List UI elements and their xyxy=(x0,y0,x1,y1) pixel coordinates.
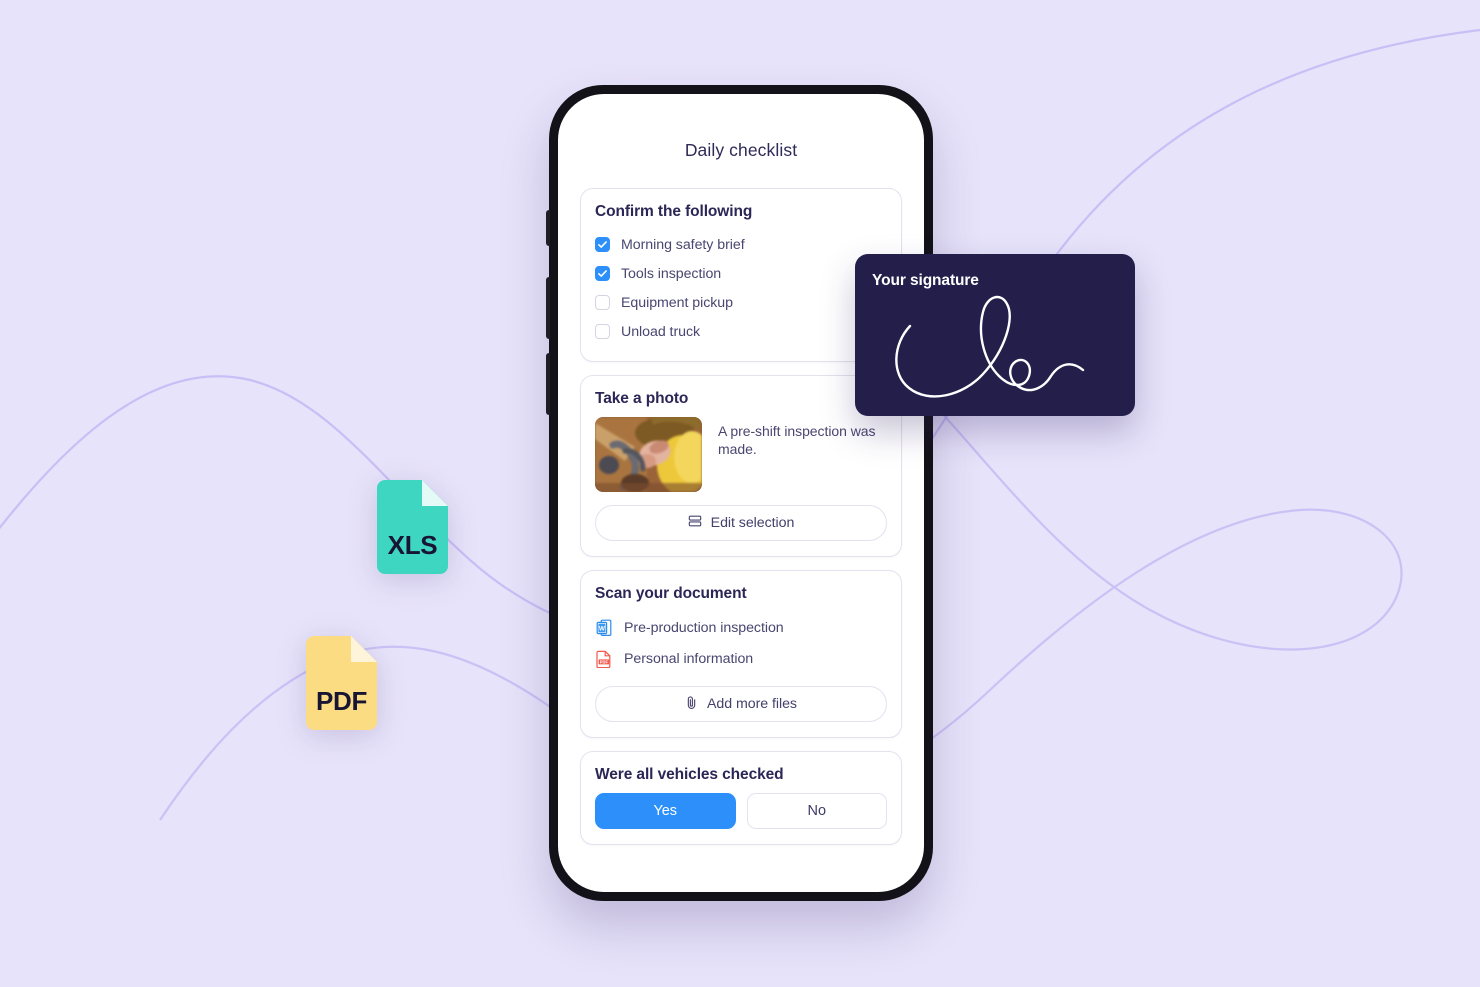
checklist-item-label: Unload truck xyxy=(621,323,701,340)
svg-text:PDF: PDF xyxy=(599,659,608,664)
photo-caption: A pre-shift inspection was made. xyxy=(718,423,876,458)
card-were-all-vehicles-checked: Were all vehicles checked Yes No xyxy=(580,751,902,845)
phone-mockup: Daily checklist Confirm the following Mo… xyxy=(546,85,933,901)
checkbox-checked-icon[interactable] xyxy=(595,237,610,252)
signature-card[interactable]: Your signature xyxy=(855,254,1135,416)
card-title-scan: Scan your document xyxy=(595,585,747,602)
card-scan-your-document: Scan your document W Pre-production insp… xyxy=(580,570,902,738)
vehicles-yes-label: Yes xyxy=(653,803,677,819)
checklist-item-label: Tools inspection xyxy=(621,265,722,282)
checklist-item[interactable]: Equipment pickup xyxy=(595,288,887,317)
screenshot-canvas: Daily checklist Confirm the following Mo… xyxy=(0,0,1480,987)
scanned-file-row[interactable]: W Pre-production inspection xyxy=(595,612,887,643)
checklist-item[interactable]: Morning safety brief xyxy=(595,230,887,259)
vehicles-yes-button[interactable]: Yes xyxy=(595,793,736,829)
checklist-item-label: Morning safety brief xyxy=(621,236,745,253)
vehicles-no-button[interactable]: No xyxy=(746,793,887,829)
photo-thumbnail[interactable] xyxy=(595,417,702,492)
pdf-file-chip-label: PDF xyxy=(315,686,368,716)
checkbox-unchecked-icon[interactable] xyxy=(595,324,610,339)
edit-selection-label: Edit selection xyxy=(710,515,795,531)
handwritten-signature-icon xyxy=(895,295,1085,398)
xls-file-chip-label: XLS xyxy=(387,530,438,560)
edit-selection-button[interactable]: Edit selection xyxy=(595,505,887,541)
phone-volume-up-button[interactable] xyxy=(546,277,550,339)
add-more-files-label: Add more files xyxy=(707,696,797,712)
checklist-item[interactable]: Unload truck xyxy=(595,317,887,346)
card-confirm-the-following: Confirm the following Morning safety bri… xyxy=(580,188,902,362)
scanned-file-name: Pre-production inspection xyxy=(624,619,784,636)
word-document-icon: W xyxy=(595,618,612,637)
phone-screen: Daily checklist Confirm the following Mo… xyxy=(558,94,924,892)
checklist-item-label: Equipment pickup xyxy=(621,294,733,311)
pdf-document-icon: PDF xyxy=(595,649,612,668)
card-take-a-photo: Take a photo A pre-shift inspection was … xyxy=(580,375,902,557)
checkbox-checked-icon[interactable] xyxy=(595,266,610,281)
checklist-item[interactable]: Tools inspection xyxy=(595,259,887,288)
paperclip-icon xyxy=(685,695,698,714)
page-title: Daily checklist xyxy=(684,140,798,160)
pdf-file-chip[interactable]: PDF xyxy=(306,636,377,730)
scanned-file-row[interactable]: PDF Personal information xyxy=(595,643,887,674)
card-title-vehicles: Were all vehicles checked xyxy=(595,766,784,783)
add-more-files-button[interactable]: Add more files xyxy=(595,686,887,722)
scanned-file-name: Personal information xyxy=(624,650,754,667)
xls-file-chip[interactable]: XLS xyxy=(377,480,448,574)
stack-list-icon xyxy=(688,514,702,532)
svg-text:W: W xyxy=(598,625,605,632)
vehicles-no-label: No xyxy=(807,803,826,819)
phone-volume-down-button[interactable] xyxy=(546,353,550,415)
card-title-confirm: Confirm the following xyxy=(595,203,753,220)
checkbox-unchecked-icon[interactable] xyxy=(595,295,610,310)
phone-mute-switch[interactable] xyxy=(546,210,550,246)
card-title-photo: Take a photo xyxy=(595,390,689,407)
